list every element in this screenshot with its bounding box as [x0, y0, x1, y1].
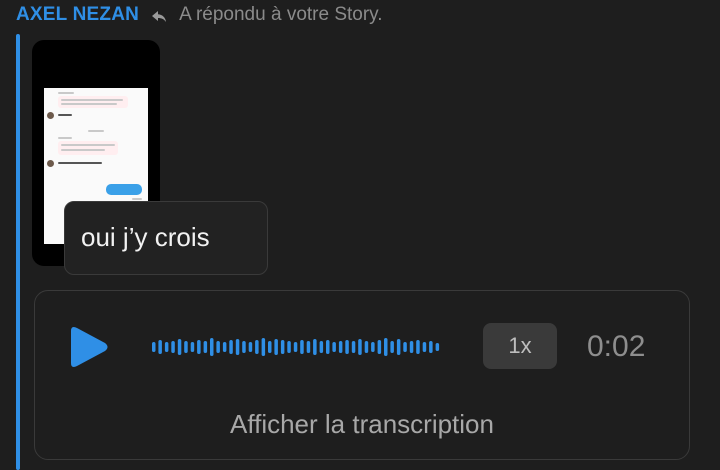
waveform-bar: [222, 342, 227, 352]
waveform-bar: [242, 341, 246, 353]
waveform-bar: [384, 338, 388, 356]
waveform-icon[interactable]: [151, 325, 441, 369]
waveform-bar: [216, 341, 220, 353]
waveform-bar: [300, 340, 304, 354]
waveform-bar: [409, 341, 414, 353]
waveform-bar: [210, 338, 214, 356]
waveform-bar: [255, 340, 259, 354]
waveform-bar: [306, 341, 311, 353]
reply-arrow-icon: [151, 8, 167, 22]
waveform-bar: [396, 339, 401, 355]
waveform-bar: [390, 341, 394, 353]
waveform-bar: [203, 341, 208, 353]
waveform-bar: [248, 342, 253, 352]
waveform-bar: [171, 341, 175, 353]
waveform-bar: [274, 339, 278, 355]
waveform-bar: [152, 342, 156, 352]
message-header: AXEL NEZAN A répondu à votre Story.: [16, 2, 383, 28]
waveform-bar: [177, 339, 182, 355]
waveform-bar: [377, 340, 382, 354]
waveform-bar: [326, 340, 330, 354]
waveform-bar: [338, 341, 343, 353]
waveform-bar: [345, 340, 349, 354]
waveform-bar: [268, 341, 272, 353]
waveform-bar: [371, 342, 375, 352]
waveform-bar: [429, 341, 433, 353]
waveform-bar: [280, 340, 285, 354]
waveform-bar: [313, 339, 317, 355]
waveform-bar: [287, 341, 291, 353]
waveform-bar: [229, 340, 233, 354]
playback-speed-button[interactable]: 1x: [483, 323, 557, 369]
waveform-bar: [235, 339, 240, 355]
story-reply-caption: oui j’y crois: [64, 201, 268, 275]
waveform-bar: [416, 340, 420, 354]
waveform-bar: [364, 341, 369, 353]
reply-context-text: A répondu à votre Story.: [179, 4, 383, 25]
play-icon[interactable]: [67, 325, 111, 369]
voice-duration: 0:02: [587, 330, 646, 363]
waveform-bar: [351, 341, 356, 353]
reply-thread-bar: [16, 34, 20, 470]
waveform-bar: [293, 342, 298, 352]
waveform-bar: [332, 342, 336, 352]
waveform-bar: [435, 343, 440, 351]
waveform-bar: [358, 339, 362, 355]
waveform-bar: [158, 340, 162, 354]
waveform-bar: [197, 340, 201, 354]
waveform-bar: [403, 342, 407, 352]
sender-name[interactable]: AXEL NEZAN: [16, 4, 139, 26]
voice-message-card: 1x 0:02 Afficher la transcription: [34, 290, 690, 460]
show-transcription-link[interactable]: Afficher la transcription: [35, 409, 689, 440]
waveform-bar: [261, 338, 266, 356]
waveform-bar: [190, 342, 195, 352]
waveform-bar: [319, 341, 324, 353]
waveform-bar: [184, 341, 188, 353]
waveform-bar: [164, 342, 169, 352]
waveform-bar: [422, 342, 427, 352]
